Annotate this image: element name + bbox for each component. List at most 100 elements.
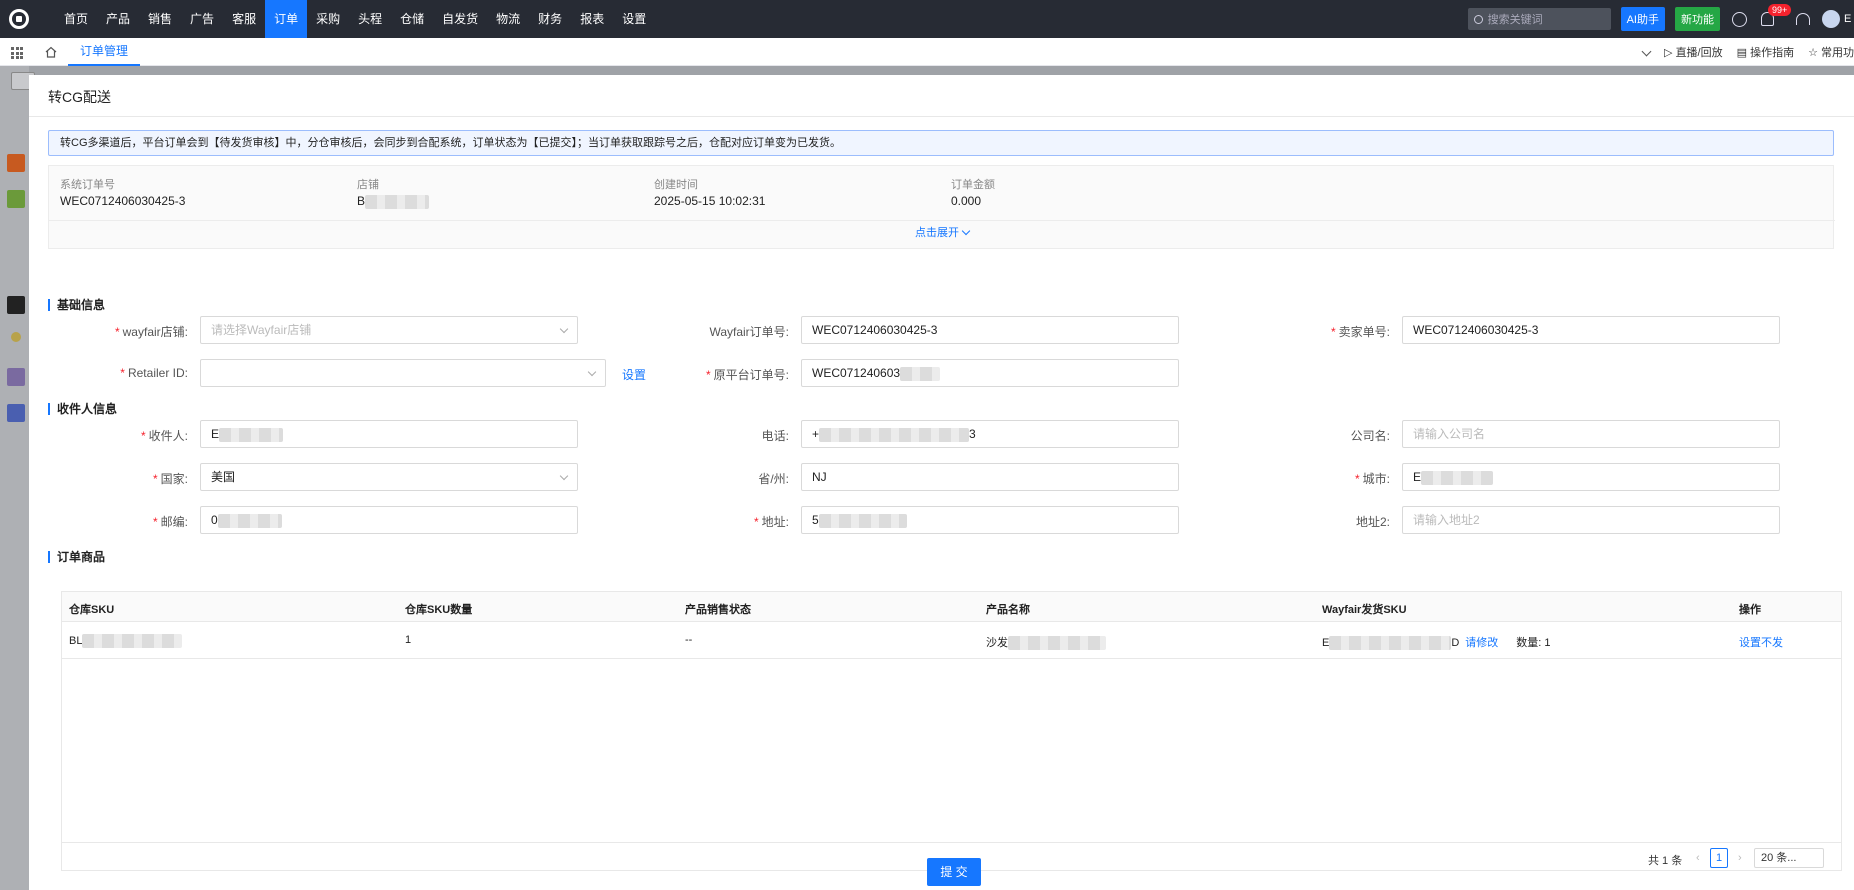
next-page-icon[interactable]: ›: [1738, 852, 1742, 864]
app-logo[interactable]: [0, 0, 38, 38]
background-platform-list: [0, 66, 35, 890]
tiktok-logo-icon: [7, 296, 25, 314]
wayfair-shop-select[interactable]: 请选择Wayfair店铺: [200, 316, 578, 344]
phone-input[interactable]: +3: [801, 420, 1179, 448]
original-order-input[interactable]: WEC071240603: [801, 359, 1179, 387]
wayfair-order-input[interactable]: WEC0712406030425-3: [801, 316, 1179, 344]
operation-guide-link[interactable]: ▤ 操作指南: [1737, 44, 1794, 60]
user-name[interactable]: E: [1844, 13, 1854, 25]
modal-title: 转CG配送: [48, 89, 111, 105]
temu-logo-icon: [7, 154, 25, 172]
masked-value: [1329, 636, 1452, 651]
info-alert: 转CG多渠道后，平台订单会到【待发货审核】中，分仓审核后，会同步到合配系统，订单…: [48, 130, 1834, 156]
common-functions-link[interactable]: ☆ 常用功: [1808, 44, 1854, 60]
live-replay-link[interactable]: ▷ 直播/回放: [1664, 44, 1723, 60]
prev-page-icon[interactable]: ‹: [1696, 852, 1700, 864]
receiver-name-label: * 收件人:: [140, 429, 188, 443]
total-count: 共 1 条: [1648, 855, 1683, 867]
tab-order-management[interactable]: 订单管理: [68, 38, 141, 66]
nav-item-7[interactable]: 头程: [349, 0, 391, 38]
goods-table: 仓库SKU 仓库SKU数量 产品销售状态 产品名称 Wayfair发货SKU 操…: [61, 591, 1842, 871]
nav-item-8[interactable]: 仓储: [391, 0, 433, 38]
masked-value: [217, 513, 282, 528]
zip-input[interactable]: 0: [200, 506, 578, 534]
summary-shop: 店铺 B: [357, 176, 430, 209]
nav-item-12[interactable]: 报表: [571, 0, 613, 38]
masked-value: [1008, 636, 1106, 651]
notification-bell-icon[interactable]: 99+: [1761, 4, 1792, 26]
masked-value: [219, 427, 284, 442]
nav-item-0[interactable]: 首页: [55, 0, 97, 38]
summary-amount: 订单金额 0.000: [951, 179, 995, 208]
global-search-input[interactable]: 搜索关键词: [1467, 8, 1611, 30]
shopify-logo-icon: [7, 190, 25, 208]
nav-item-1[interactable]: 产品: [97, 0, 139, 38]
table-header: 仓库SKU 仓库SKU数量 产品销售状态 产品名称 Wayfair发货SKU 操…: [62, 592, 1841, 622]
wayfair-order-label: Wayfair订单号:: [709, 325, 789, 339]
home-icon[interactable]: [45, 46, 57, 58]
chevron-down-icon: [559, 471, 569, 481]
retailer-setting-link[interactable]: 设置: [622, 366, 646, 383]
nav-item-3[interactable]: 广告: [181, 0, 223, 38]
modify-sku-link[interactable]: 请修改: [1465, 637, 1498, 649]
tab-collapse-chevron-icon[interactable]: [1641, 46, 1652, 58]
col-sku-qty: 仓库SKU数量: [405, 604, 473, 616]
masked-value: [1421, 470, 1494, 485]
ai-assistant-button[interactable]: AI助手: [1620, 7, 1665, 31]
company-label: 公司名:: [1350, 429, 1390, 443]
nav-item-10[interactable]: 物流: [487, 0, 529, 38]
nav-item-13[interactable]: 设置: [613, 0, 655, 38]
summary-created: 创建时间 2025-05-15 10:02:31: [654, 179, 766, 208]
state-input[interactable]: NJ: [801, 463, 1179, 491]
summary-order-no: 系统订单号 WEC0712406030425-3: [60, 179, 186, 208]
retailer-id-select[interactable]: [200, 359, 606, 387]
nav-item-9[interactable]: 自发货: [433, 0, 487, 38]
address-label: * 地址:: [753, 515, 789, 529]
seller-no-input[interactable]: WEC0712406030425-3: [1402, 316, 1780, 344]
tab-bar-tools: ▷ 直播/回放 ▤ 操作指南 ☆ 常用功: [1629, 38, 1854, 66]
set-not-ship-link[interactable]: 设置不发: [1739, 634, 1783, 650]
cell-sku: BL: [69, 634, 183, 648]
city-input[interactable]: E: [1402, 463, 1780, 491]
address2-input[interactable]: 请输入地址2: [1402, 506, 1780, 534]
chevron-down-icon: [559, 324, 569, 334]
wayfair-logo-icon: [7, 368, 25, 386]
cell-status: --: [685, 634, 693, 646]
chevron-down-icon: [961, 226, 971, 236]
tab-bar: 订单管理 ▷ 直播/回放 ▤ 操作指南 ☆ 常用功: [0, 38, 1854, 66]
nav-item-5[interactable]: 订单: [265, 0, 308, 38]
col-sale-status: 产品销售状态: [685, 604, 751, 616]
country-select[interactable]: 美国: [200, 463, 578, 491]
nav-item-2[interactable]: 销售: [139, 0, 181, 38]
masked-value: [365, 194, 430, 209]
b2c-logo-icon: [7, 404, 25, 422]
original-order-label: * 原平台订单号:: [705, 368, 789, 382]
apps-grid-icon[interactable]: [11, 47, 23, 59]
section-basic-info: 基础信息: [48, 299, 105, 311]
cell-qty: 1: [405, 634, 412, 646]
download-icon[interactable]: [1732, 11, 1747, 27]
cell-product-name: 沙发: [986, 634, 1106, 651]
support-headset-icon[interactable]: [1796, 13, 1810, 25]
phone-label: 电话:: [761, 429, 789, 443]
notification-badge: 99+: [1768, 4, 1792, 16]
company-input[interactable]: 请输入公司名: [1402, 420, 1780, 448]
nav-item-11[interactable]: 财务: [529, 0, 571, 38]
page-1-button[interactable]: 1: [1710, 848, 1728, 868]
nav-item-6[interactable]: 采购: [307, 0, 349, 38]
masked-value: [819, 427, 970, 442]
table-row: BL 1 -- 沙发 E D 请修改 数量: 1 设置不发: [62, 622, 1841, 659]
section-order-goods: 订单商品: [48, 551, 105, 563]
expand-toggle[interactable]: 点击展开: [49, 224, 1835, 242]
address-input[interactable]: 5: [801, 506, 1179, 534]
search-placeholder: 搜索关键词: [1487, 14, 1543, 26]
country-label: * 国家:: [152, 472, 188, 486]
seller-no-label: * 卖家单号:: [1330, 325, 1390, 339]
state-label: 省/州:: [758, 472, 789, 486]
submit-button[interactable]: 提 交: [927, 858, 981, 886]
receiver-name-input[interactable]: E: [200, 420, 578, 448]
new-features-button[interactable]: 新功能: [1675, 7, 1720, 31]
page-size-select[interactable]: 20 条...: [1754, 848, 1824, 868]
nav-item-4[interactable]: 客服: [223, 0, 265, 38]
avatar[interactable]: [1822, 10, 1840, 28]
